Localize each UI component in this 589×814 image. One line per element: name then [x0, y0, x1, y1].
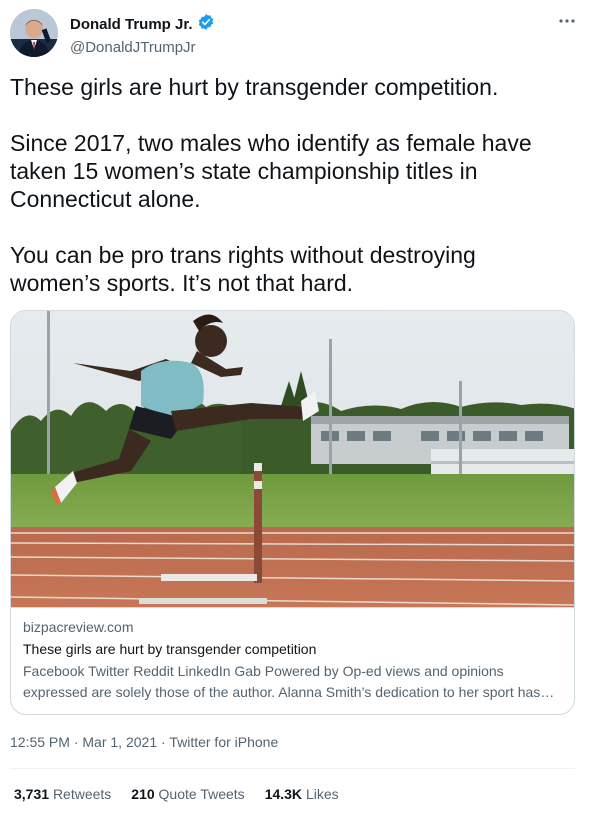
card-meta[interactable]: bizpacreview.com These girls are hurt by… [11, 607, 574, 713]
card-title: These girls are hurt by transgender comp… [23, 641, 317, 657]
tweet-time-link[interactable]: 12:55 PM · Mar 1, 2021 [10, 734, 157, 750]
avatar[interactable] [10, 9, 58, 57]
author-name[interactable]: Donald Trump Jr. [70, 13, 215, 37]
tweet-date: Mar 1, 2021 [82, 734, 158, 750]
card-domain: bizpacreview.com [23, 619, 134, 635]
separator: · [161, 734, 166, 750]
tweet-text: These girls are hurt by transgender comp… [10, 73, 570, 297]
tweet-paragraph: You can be pro trans rights without dest… [10, 242, 476, 296]
more-options-icon[interactable] [555, 9, 579, 33]
likes-count: 14.3K [264, 786, 303, 802]
quote-tweets-count: 210 [131, 786, 155, 802]
quote-tweets-stat[interactable]: 210 Quote Tweets [131, 784, 244, 804]
retweets-count: 3,731 [14, 786, 50, 802]
tweet-header: Donald Trump Jr. @DonaldJTrumpJr [10, 9, 579, 57]
author-handle[interactable]: @DonaldJTrumpJr [70, 38, 215, 58]
tweet-stats: 3,731 Retweets 210 Quote Tweets 14.3K Li… [14, 784, 339, 804]
retweets-stat[interactable]: 3,731 Retweets [14, 784, 111, 804]
tweet-timestamp: 12:55 PM · Mar 1, 2021 · Twitter for iPh… [10, 732, 278, 752]
retweets-label: Retweets [52, 786, 112, 802]
tweet-time: 12:55 PM [10, 734, 70, 750]
verified-badge-icon [197, 13, 215, 37]
tweet-paragraph: Since 2017, two males who identify as fe… [10, 130, 532, 212]
quote-tweets-label: Quote Tweets [158, 786, 245, 802]
hurdler-on-track-photo[interactable] [11, 311, 574, 607]
tweet-paragraph: These girls are hurt by transgender comp… [10, 74, 499, 100]
likes-stat[interactable]: 14.3K Likes [265, 784, 339, 804]
separator: · [73, 734, 79, 750]
tweet-source-link[interactable]: Twitter for iPhone [169, 734, 278, 750]
author-display-name[interactable]: Donald Trump Jr. [70, 15, 193, 35]
link-card[interactable]: bizpacreview.com These girls are hurt by… [10, 310, 575, 715]
card-description: Facebook Twitter Reddit LinkedIn Gab Pow… [23, 663, 541, 700]
likes-label: Likes [305, 786, 339, 802]
divider [10, 768, 575, 769]
